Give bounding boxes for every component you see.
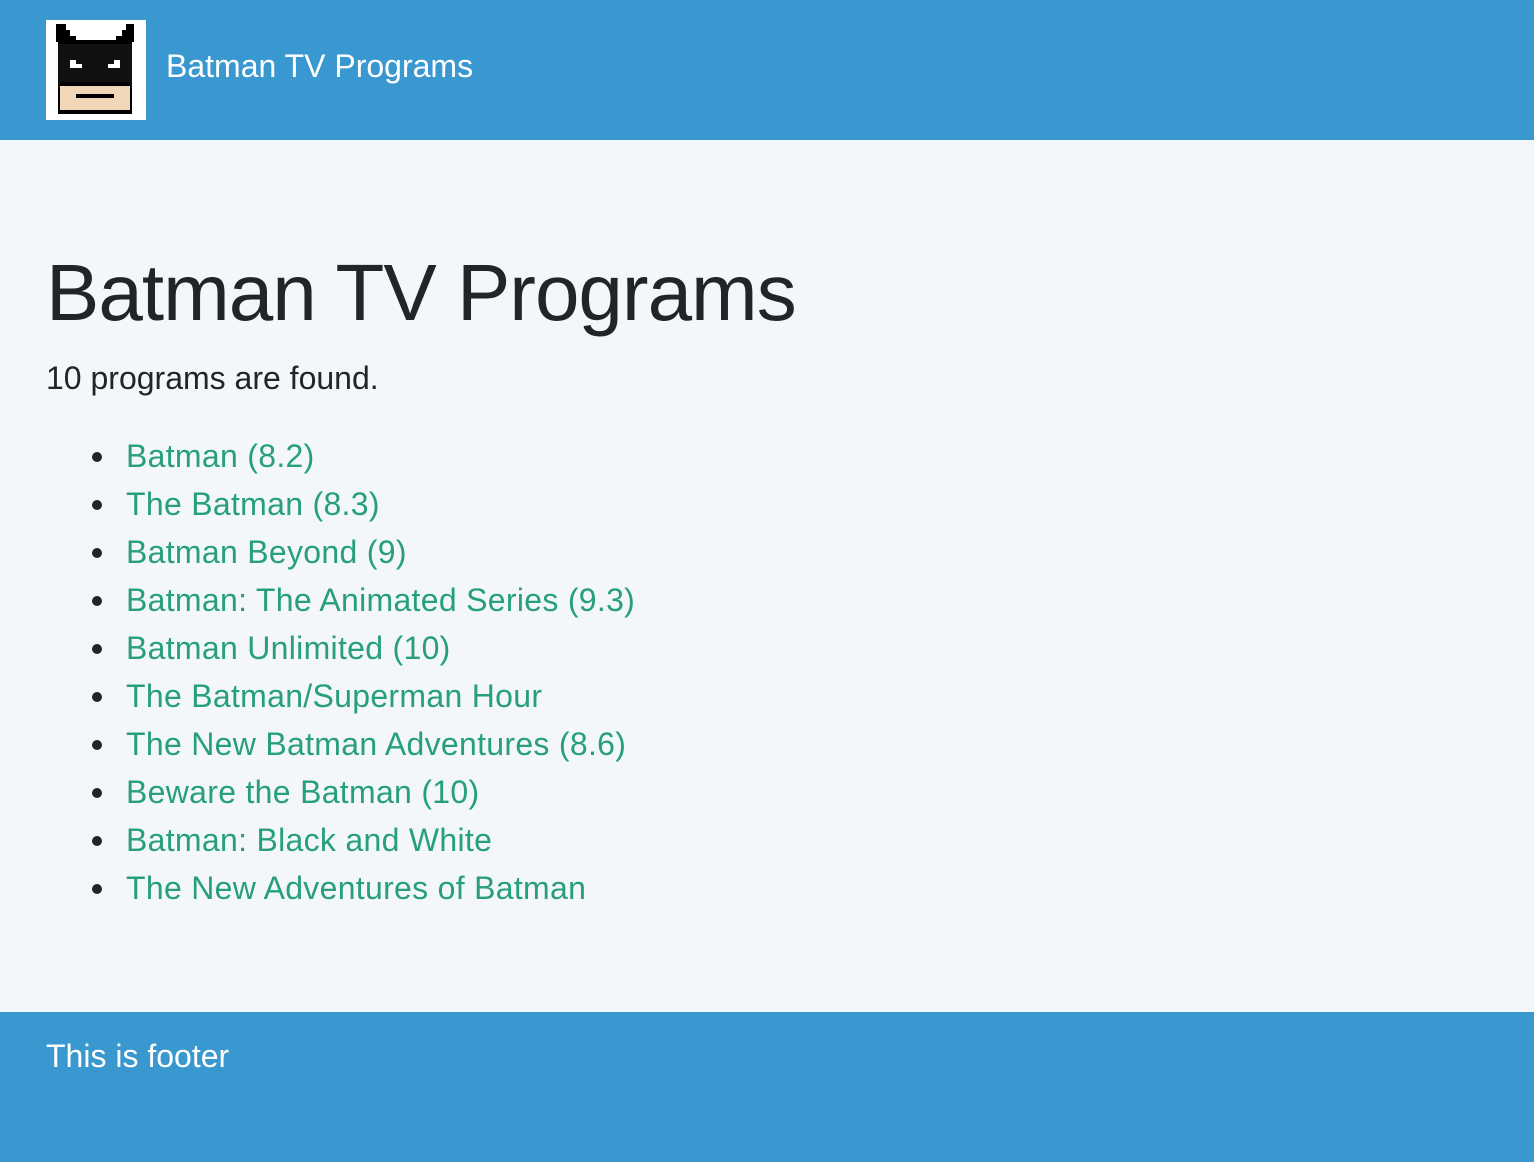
program-count-text: 10 programs are found. — [46, 360, 379, 396]
batman-pixel-logo-icon — [56, 24, 134, 114]
program-link[interactable]: The New Adventures of Batman — [126, 870, 586, 906]
list-item: Batman: Black and White — [46, 816, 635, 864]
program-link[interactable]: Beware the Batman (10) — [126, 774, 479, 810]
program-link[interactable]: The Batman/Superman Hour — [126, 678, 542, 714]
list-item: Batman: The Animated Series (9.3) — [46, 576, 635, 624]
bullet-icon — [92, 452, 102, 462]
footer-text: This is footer — [46, 1038, 230, 1074]
program-list: Batman (8.2) The Batman (8.3) Batman Bey… — [46, 432, 635, 912]
site-footer: This is footer — [0, 1012, 1534, 1162]
program-link[interactable]: The New Batman Adventures (8.6) — [126, 726, 626, 762]
bullet-icon — [92, 884, 102, 894]
site-header: Batman TV Programs — [0, 0, 1534, 140]
list-item: The New Adventures of Batman — [46, 864, 635, 912]
bullet-icon — [92, 836, 102, 846]
bullet-icon — [92, 500, 102, 510]
page-title: Batman TV Programs — [46, 248, 797, 337]
list-item: The New Batman Adventures (8.6) — [46, 720, 635, 768]
program-link[interactable]: The Batman (8.3) — [126, 486, 380, 522]
bullet-icon — [92, 692, 102, 702]
list-item: Batman Unlimited (10) — [46, 624, 635, 672]
program-link[interactable]: Batman Unlimited (10) — [126, 630, 451, 666]
batman-logo-icon[interactable] — [46, 20, 146, 120]
list-item: Batman (8.2) — [46, 432, 635, 480]
bullet-icon — [92, 548, 102, 558]
list-item: The Batman/Superman Hour — [46, 672, 635, 720]
bullet-icon — [92, 644, 102, 654]
list-item: The Batman (8.3) — [46, 480, 635, 528]
list-item: Batman Beyond (9) — [46, 528, 635, 576]
program-link[interactable]: Batman (8.2) — [126, 438, 315, 474]
program-link[interactable]: Batman: The Animated Series (9.3) — [126, 582, 635, 618]
program-link[interactable]: Batman: Black and White — [126, 822, 492, 858]
bullet-icon — [92, 788, 102, 798]
brand-title-link[interactable]: Batman TV Programs — [166, 46, 473, 86]
bullet-icon — [92, 596, 102, 606]
bullet-icon — [92, 740, 102, 750]
list-item: Beware the Batman (10) — [46, 768, 635, 816]
program-link[interactable]: Batman Beyond (9) — [126, 534, 407, 570]
